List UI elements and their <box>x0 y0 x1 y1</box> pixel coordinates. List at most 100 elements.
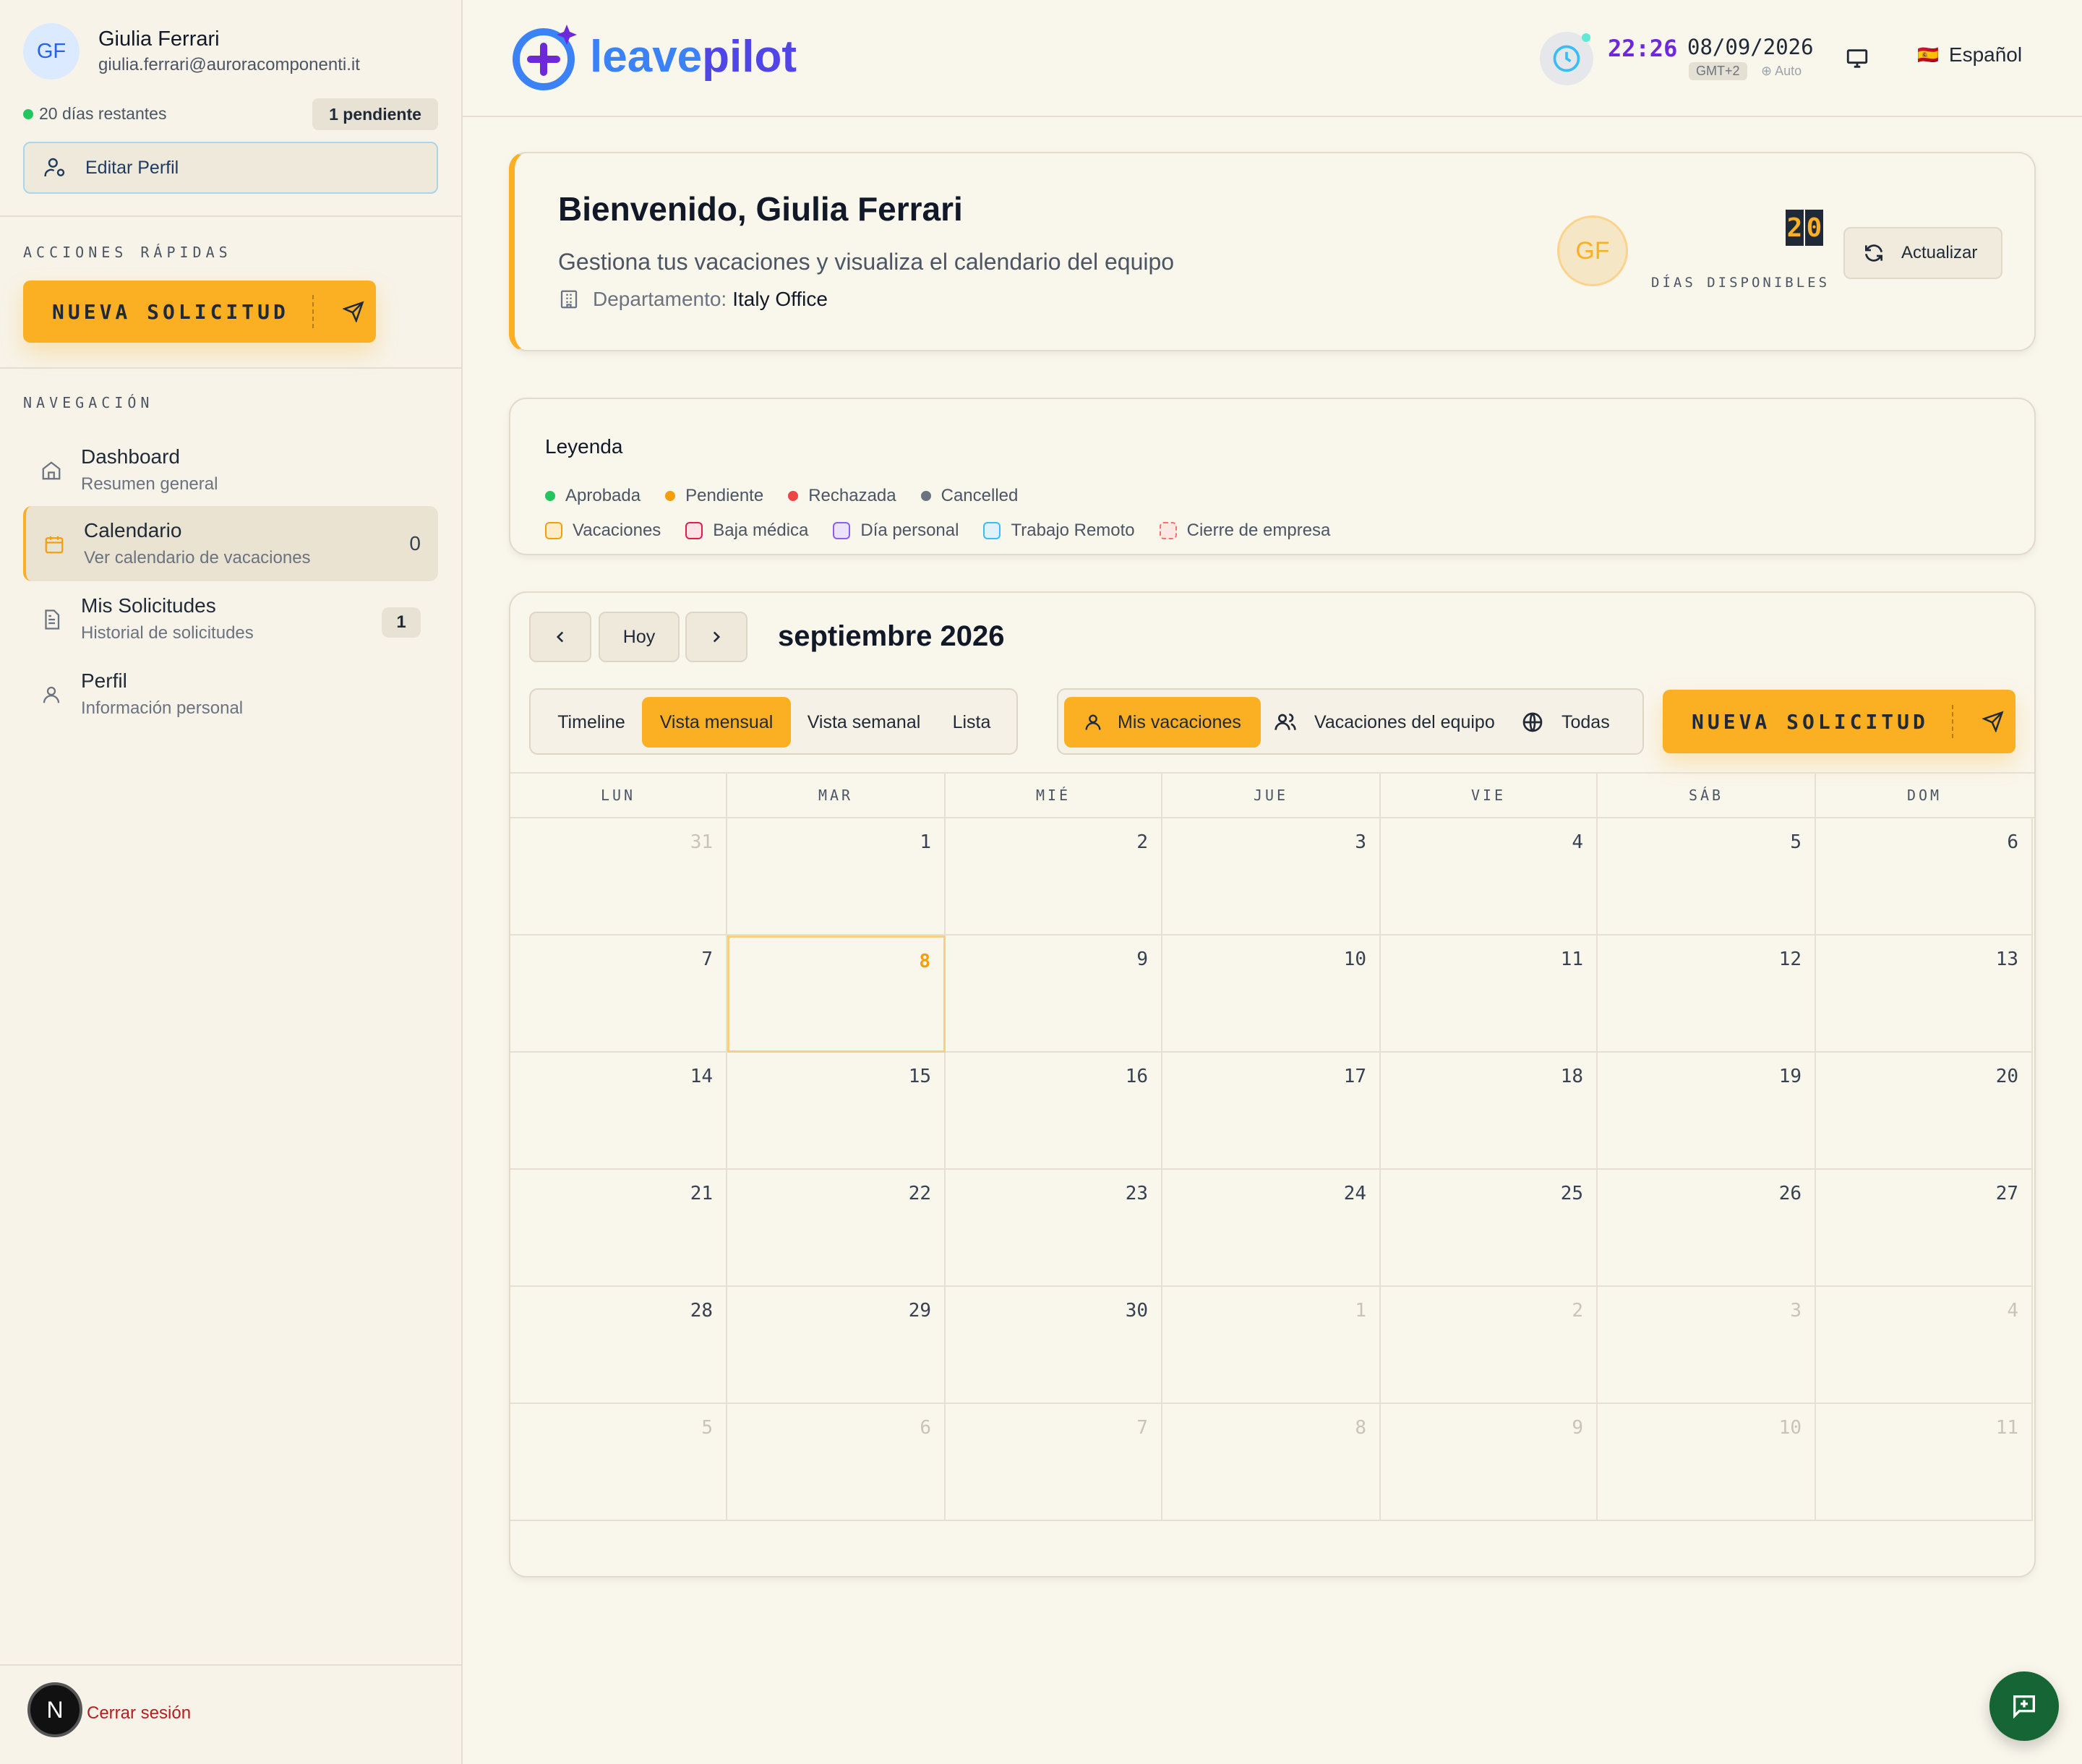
calendar-day[interactable]: 29 <box>727 1287 946 1404</box>
calendar-day[interactable]: 9 <box>946 935 1162 1053</box>
sidebar-item-calendario[interactable]: Calendario Ver calendario de vacaciones … <box>23 506 438 581</box>
tab-timeline[interactable]: Timeline <box>541 697 642 748</box>
day-number: 4 <box>2007 1300 2018 1322</box>
calendar-day[interactable]: 18 <box>1381 1053 1598 1170</box>
tab-vista-semanal[interactable]: Vista semanal <box>792 697 935 748</box>
leavepilot-logo-icon <box>513 25 577 90</box>
day-number: 27 <box>1995 1183 2018 1204</box>
calendar-day[interactable]: 5 <box>1598 818 1816 935</box>
monitor-icon[interactable] <box>1845 46 1869 71</box>
edit-profile-button[interactable]: Editar Perfil <box>23 142 438 194</box>
tab-vista-mensual[interactable]: Vista mensual <box>642 697 791 748</box>
calendar-day[interactable]: 10 <box>1162 935 1381 1053</box>
clock-icon <box>1553 45 1580 72</box>
logo[interactable]: leave pilot <box>509 19 797 94</box>
calendar-day[interactable]: 7 <box>510 935 727 1053</box>
month-title: septiembre 2026 <box>778 620 1005 652</box>
welcome-title: Bienvenido, Giulia Ferrari <box>558 190 963 228</box>
calendar-day[interactable]: 27 <box>1816 1170 2033 1287</box>
day-number: 4 <box>1572 831 1583 853</box>
filter-label: Mis vacaciones <box>1118 711 1241 732</box>
logout-link[interactable]: Cerrar sesión <box>87 1703 191 1724</box>
calendar-day[interactable]: 4 <box>1381 818 1598 935</box>
calendar-day[interactable]: 30 <box>946 1287 1162 1404</box>
calendar-day[interactable]: 3 <box>1162 818 1381 935</box>
weekday-header: SÁB <box>1598 774 1816 817</box>
department-info: Departamento: Italy Office <box>558 288 828 311</box>
online-dot-icon <box>1582 33 1590 42</box>
day-number: 31 <box>690 831 713 853</box>
calendar-day[interactable]: 2 <box>1381 1287 1598 1404</box>
day-number: 8 <box>919 951 930 972</box>
calendar-icon <box>45 536 64 554</box>
sidebar-item-perfil[interactable]: Perfil Información personal <box>23 656 438 732</box>
calendar-day[interactable]: 6 <box>727 1404 946 1521</box>
calendar-day[interactable]: 8 <box>1162 1404 1381 1521</box>
calendar-day[interactable]: 1 <box>1162 1287 1381 1404</box>
calendar-day[interactable]: 25 <box>1381 1170 1598 1287</box>
calendar-day[interactable]: 1 <box>727 818 946 935</box>
legend-type-dia-personal: Día personal <box>833 521 959 541</box>
day-number: 13 <box>1995 949 2018 970</box>
calendar-day[interactable]: 11 <box>1816 1404 2033 1521</box>
tab-lista[interactable]: Lista <box>937 697 1006 748</box>
calendar-day[interactable]: 10 <box>1598 1404 1816 1521</box>
calendar-day[interactable]: 22 <box>727 1170 946 1287</box>
calendar-day[interactable]: 4 <box>1816 1287 2033 1404</box>
calendar-day[interactable]: 13 <box>1816 935 2033 1053</box>
calendar-day[interactable]: 6 <box>1816 818 2033 935</box>
calendar-day[interactable]: 17 <box>1162 1053 1381 1170</box>
today-button[interactable]: Hoy <box>599 612 680 662</box>
day-number: 19 <box>1778 1066 1802 1087</box>
day-number: 16 <box>1125 1066 1148 1087</box>
building-icon <box>560 290 578 309</box>
calendar-day[interactable]: 2 <box>946 818 1162 935</box>
sidebar-item-subtitle: Información personal <box>81 698 244 718</box>
calendar-day[interactable]: 31 <box>510 818 727 935</box>
day-number: 1 <box>920 831 931 853</box>
calendar-day[interactable]: 7 <box>946 1404 1162 1521</box>
calendar-day[interactable]: 5 <box>510 1404 727 1521</box>
refresh-button[interactable]: Actualizar <box>1843 227 2002 279</box>
day-number: 29 <box>908 1300 931 1322</box>
calendar-day[interactable]: 14 <box>510 1053 727 1170</box>
logout-avatar: N <box>27 1682 82 1737</box>
calendar-day[interactable]: 23 <box>946 1170 1162 1287</box>
filter-todas[interactable]: Todas <box>1521 697 1637 748</box>
legend-card: Leyenda Aprobada Pendiente Rechazada Can… <box>509 398 2036 555</box>
legend-type-trabajo-remoto: Trabajo Remoto <box>983 521 1135 541</box>
sidebar-new-request-button[interactable]: NUEVA SOLICITUD <box>23 281 376 343</box>
calendar-day[interactable]: 11 <box>1381 935 1598 1053</box>
day-number: 11 <box>1560 949 1583 970</box>
filter-vacaciones-equipo[interactable]: Vacaciones del equipo <box>1268 697 1514 748</box>
day-number: 23 <box>1125 1183 1148 1204</box>
sidebar-item-mis-solicitudes[interactable]: Mis Solicitudes Historial de solicitudes… <box>23 581 438 656</box>
calendar-day[interactable]: 15 <box>727 1053 946 1170</box>
remote-work-swatch-icon <box>983 522 1001 539</box>
home-icon <box>42 461 61 480</box>
timezone-mode: ⊕ Auto <box>1761 64 1802 78</box>
user-email: giulia.ferrari@auroracomponenti.it <box>98 55 360 74</box>
language-selector[interactable]: 🇪🇸 Español <box>1917 43 2022 67</box>
chat-fab-button[interactable] <box>1989 1671 2059 1741</box>
calendar-day[interactable]: 16 <box>946 1053 1162 1170</box>
calendar-day[interactable]: 28 <box>510 1287 727 1404</box>
weekday-header: LUN <box>510 774 727 817</box>
calendar-day[interactable]: 26 <box>1598 1170 1816 1287</box>
calendar-day[interactable]: 3 <box>1598 1287 1816 1404</box>
status-dot-icon <box>23 108 33 119</box>
calendar-day[interactable]: 20 <box>1816 1053 2033 1170</box>
calendar-day[interactable]: 12 <box>1598 935 1816 1053</box>
prev-month-button[interactable] <box>529 612 591 662</box>
calendar-day[interactable]: 24 <box>1162 1170 1381 1287</box>
filter-mis-vacaciones[interactable]: Mis vacaciones <box>1064 697 1261 748</box>
calendar-day[interactable]: 21 <box>510 1170 727 1287</box>
calendar-day[interactable]: 19 <box>1598 1053 1816 1170</box>
sick-leave-swatch-icon <box>685 522 703 539</box>
calendar-day-today[interactable]: 8 <box>727 935 946 1053</box>
legend-status-pendiente: Pendiente <box>665 486 763 506</box>
calendar-new-request-button[interactable]: NUEVA SOLICITUD <box>1663 690 2015 753</box>
calendar-day[interactable]: 9 <box>1381 1404 1598 1521</box>
sidebar-item-dashboard[interactable]: Dashboard Resumen general <box>23 432 438 508</box>
next-month-button[interactable] <box>685 612 747 662</box>
